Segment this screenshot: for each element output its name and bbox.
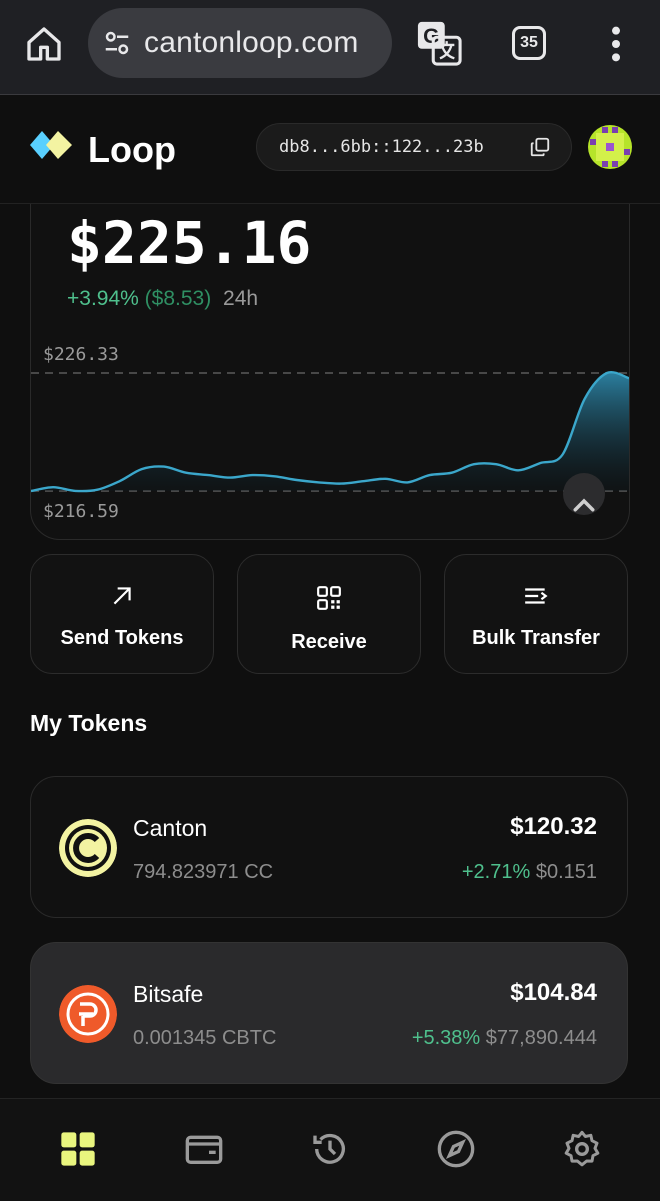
url-text: cantonloop.com — [144, 26, 359, 59]
token-change-percent: +5.38% — [411, 1027, 481, 1049]
token-price: $0.151 — [535, 861, 597, 883]
qr-code-icon — [317, 586, 341, 610]
grid-icon[interactable] — [58, 1129, 98, 1169]
portfolio-change: +3.94% ($8.53) 24h — [67, 287, 258, 311]
wallet-address: db8...6bb::122...23b — [279, 137, 484, 157]
change-percent: +3.94% — [67, 287, 139, 310]
portfolio-balance: $225.16 — [67, 209, 312, 277]
bulk-transfer-label: Bulk Transfer — [472, 627, 600, 649]
more-vert-icon[interactable] — [604, 24, 628, 64]
list-transfer-icon — [525, 588, 548, 604]
change-period: 24h — [223, 287, 259, 310]
chart-low-label: $216.59 — [43, 501, 119, 522]
receive-label: Receive — [291, 631, 367, 653]
token-name: Canton — [133, 815, 208, 841]
send-tokens-label: Send Tokens — [60, 627, 184, 649]
tune-icon[interactable] — [102, 28, 132, 58]
my-tokens-heading: My Tokens — [30, 710, 148, 736]
avatar[interactable] — [588, 125, 632, 169]
copy-icon[interactable] — [529, 136, 551, 158]
chart-area — [31, 372, 629, 492]
chevron-up-icon — [573, 498, 595, 512]
token-value: $104.84 — [510, 979, 597, 1006]
url-bar[interactable]: cantonloop.com — [88, 8, 392, 78]
compass-icon[interactable] — [436, 1129, 476, 1169]
wallet-address-pill[interactable]: db8...6bb::122...23b — [256, 123, 572, 171]
tab-switcher-button[interactable]: 35 — [512, 26, 546, 60]
token-change-percent: +2.71% — [461, 861, 531, 883]
change-absolute: ($8.53) — [144, 287, 212, 310]
loop-logo — [30, 131, 72, 159]
receive-button[interactable]: Receive — [237, 554, 421, 674]
token-amount: 0.001345 CBTC — [133, 1027, 277, 1049]
app-header: Loop db8...6bb::122...23b — [0, 95, 660, 204]
bitsafe-logo — [59, 985, 117, 1043]
token-value: $120.32 — [510, 813, 597, 840]
token-price: $77,890.444 — [485, 1027, 597, 1049]
token-change: +2.71% $0.151 — [462, 861, 597, 884]
bottom-nav — [0, 1098, 660, 1201]
token-name: Bitsafe — [133, 981, 204, 1007]
history-icon[interactable] — [310, 1129, 350, 1169]
token-row[interactable]: Canton 794.823971 CC $120.32 +2.71% $0.1… — [30, 776, 628, 918]
translate-icon[interactable]: G — [416, 20, 462, 66]
arrow-up-right-icon — [113, 587, 131, 605]
chart-high-label: $226.33 — [43, 344, 119, 365]
action-buttons: Send Tokens Receive Bulk Transfer — [30, 554, 628, 674]
token-row[interactable]: Bitsafe 0.001345 CBTC $104.84 +5.38% $77… — [30, 942, 628, 1084]
bulk-transfer-button[interactable]: Bulk Transfer — [444, 554, 628, 674]
portfolio-chart — [31, 371, 629, 493]
gear-icon[interactable] — [562, 1129, 602, 1169]
token-amount: 794.823971 CC — [133, 861, 274, 883]
send-tokens-button[interactable]: Send Tokens — [30, 554, 214, 674]
brand-name: Loop — [88, 129, 176, 170]
wallet-icon[interactable] — [184, 1129, 224, 1169]
portfolio-card: $225.16 +3.94% ($8.53) 24h $226.33 $216.… — [30, 150, 630, 540]
home-icon[interactable] — [24, 24, 64, 64]
token-change: +5.38% $77,890.444 — [412, 1027, 597, 1050]
browser-toolbar: cantonloop.com G 35 — [0, 0, 660, 95]
canton-logo — [59, 819, 117, 877]
collapse-chart-button[interactable] — [563, 473, 605, 515]
